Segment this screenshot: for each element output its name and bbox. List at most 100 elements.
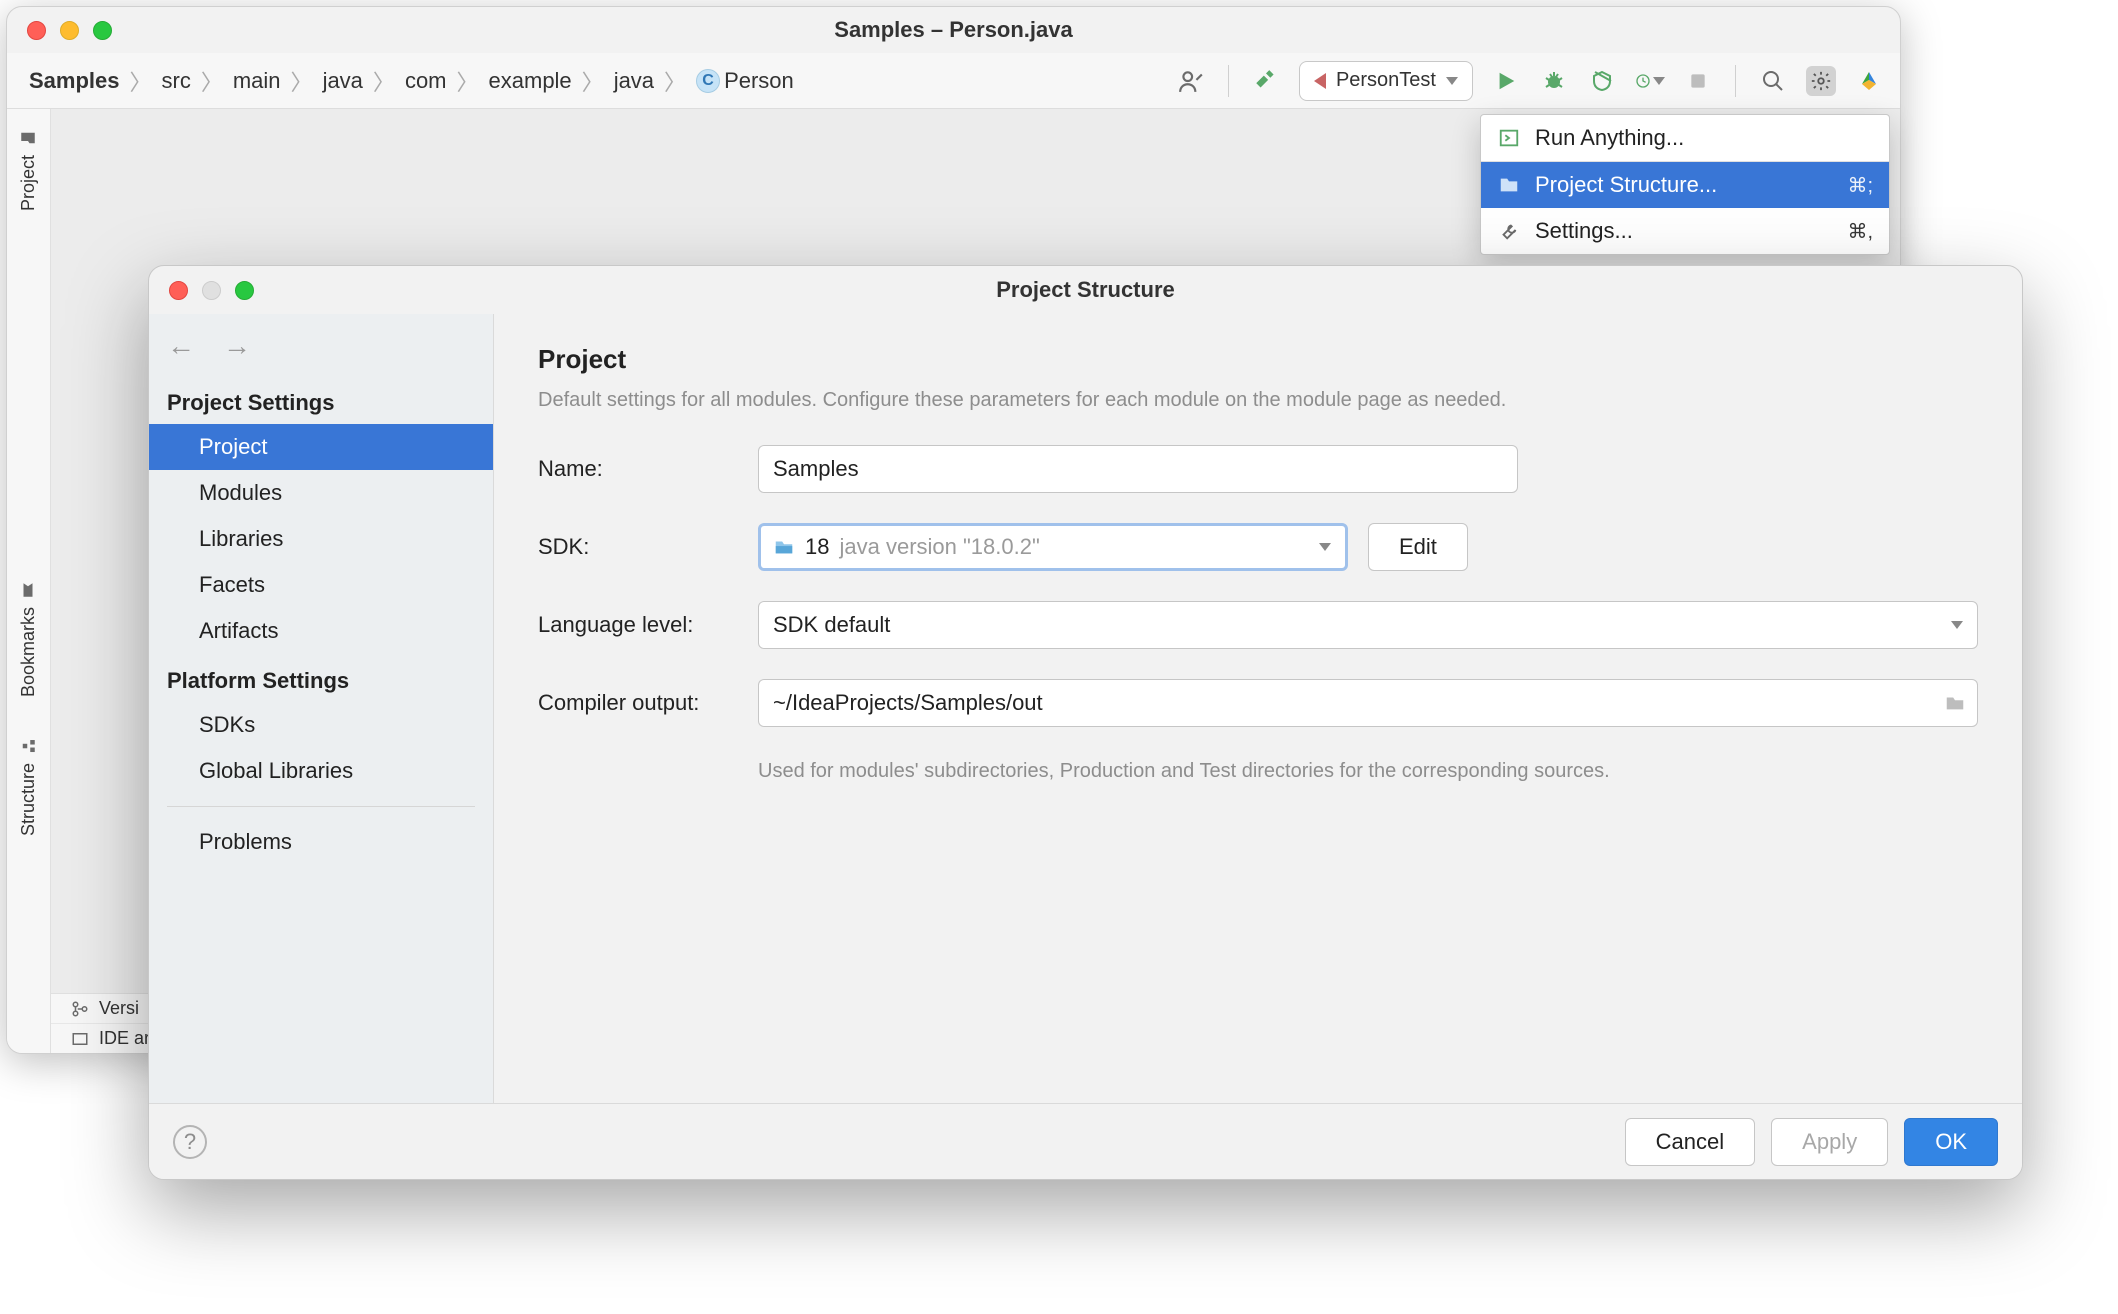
- content-description: Default settings for all modules. Config…: [538, 389, 1978, 412]
- chevron-right-icon: 〉: [582, 65, 604, 97]
- sidebar-item-sdks[interactable]: SDKs: [149, 702, 493, 748]
- nav-back-button[interactable]: ←: [167, 330, 195, 362]
- ok-button[interactable]: OK: [1904, 1118, 1998, 1166]
- menu-item-run-anything[interactable]: Run Anything...: [1481, 115, 1889, 161]
- apply-button[interactable]: Apply: [1771, 1118, 1888, 1166]
- menu-shortcut: ⌘,: [1847, 219, 1873, 244]
- run-config-label: PersonTest: [1336, 69, 1436, 92]
- menu-item-label: Project Structure...: [1535, 172, 1717, 198]
- close-window-button[interactable]: [27, 21, 46, 40]
- divider: [1228, 65, 1229, 97]
- chevron-down-icon: [1951, 621, 1963, 629]
- breadcrumb-item[interactable]: java: [317, 66, 369, 96]
- breadcrumb-root[interactable]: Samples: [23, 66, 126, 96]
- navigation-toolbar: Samples 〉 src 〉 main 〉 java 〉 com 〉 exam…: [7, 53, 1900, 109]
- language-level-selector[interactable]: SDK default: [758, 601, 1978, 649]
- tool-tab-label: Structure: [18, 763, 39, 836]
- run-config-selector[interactable]: PersonTest: [1299, 61, 1473, 101]
- menu-item-label: Settings...: [1535, 218, 1633, 244]
- menu-item-label: Run Anything...: [1535, 125, 1684, 151]
- sdk-version: java version "18.0.2": [839, 534, 1039, 560]
- menu-shortcut: ⌘;: [1847, 173, 1873, 198]
- dialog-content: Project Default settings for all modules…: [494, 314, 2022, 1103]
- window-icon[interactable]: [71, 1030, 89, 1048]
- menu-item-settings[interactable]: Settings... ⌘,: [1481, 208, 1889, 254]
- minimize-window-button[interactable]: [60, 21, 79, 40]
- chevron-right-icon: 〉: [291, 65, 313, 97]
- sidebar-separator: [167, 806, 475, 807]
- vcs-user-icon[interactable]: [1176, 66, 1206, 96]
- build-hammer-icon[interactable]: [1251, 66, 1281, 96]
- divider: [1735, 65, 1736, 97]
- breadcrumb-item[interactable]: src: [156, 66, 197, 96]
- breadcrumb-item[interactable]: example: [483, 66, 578, 96]
- left-tool-strip: Project Bookmarks Structure: [7, 109, 51, 1053]
- sidebar-item-artifacts[interactable]: Artifacts: [149, 608, 493, 654]
- structure-tool-tab[interactable]: Structure: [18, 737, 39, 836]
- chevron-right-icon: 〉: [130, 65, 152, 97]
- dialog-sidebar: ← → Project Settings Project Modules Lib…: [149, 314, 494, 1103]
- breadcrumb-item[interactable]: java: [608, 66, 660, 96]
- wrench-icon: [1497, 219, 1521, 243]
- help-button[interactable]: ?: [173, 1125, 207, 1159]
- content-heading: Project: [538, 344, 1978, 375]
- chevron-right-icon: 〉: [373, 65, 395, 97]
- project-tool-tab[interactable]: Project: [18, 129, 39, 211]
- project-name-input[interactable]: [758, 445, 1518, 493]
- status-text: IDE ar: [99, 1028, 150, 1049]
- status-text[interactable]: Versi: [99, 998, 139, 1019]
- sdk-number: 18: [805, 534, 829, 560]
- profile-button[interactable]: [1635, 66, 1665, 96]
- chevron-right-icon: 〉: [457, 65, 479, 97]
- run-button[interactable]: [1491, 66, 1521, 96]
- class-file-icon: C: [696, 69, 720, 93]
- chevron-down-icon: [1319, 543, 1331, 551]
- breadcrumb-item[interactable]: com: [399, 66, 453, 96]
- run-anything-icon: [1497, 126, 1521, 150]
- browse-path-button[interactable]: [1932, 679, 1978, 727]
- coverage-button[interactable]: [1587, 66, 1617, 96]
- sidebar-item-libraries[interactable]: Libraries: [149, 516, 493, 562]
- sidebar-item-project[interactable]: Project: [149, 424, 493, 470]
- nav-forward-button[interactable]: →: [223, 330, 251, 362]
- zoom-dialog-button[interactable]: [235, 281, 254, 300]
- stop-button[interactable]: [1683, 66, 1713, 96]
- name-label: Name:: [538, 456, 738, 482]
- sdk-label: SDK:: [538, 534, 738, 560]
- sidebar-item-problems[interactable]: Problems: [149, 819, 493, 865]
- window-title: Samples – Person.java: [834, 17, 1072, 43]
- dialog-title: Project Structure: [996, 277, 1175, 303]
- search-everywhere-button[interactable]: [1758, 66, 1788, 96]
- zoom-window-button[interactable]: [93, 21, 112, 40]
- vcs-branch-icon: [71, 1000, 89, 1018]
- project-structure-icon: [1497, 173, 1521, 197]
- sidebar-item-modules[interactable]: Modules: [149, 470, 493, 516]
- chevron-right-icon: 〉: [201, 65, 223, 97]
- sidebar-item-global-libraries[interactable]: Global Libraries: [149, 748, 493, 794]
- dialog-titlebar: Project Structure: [149, 266, 2022, 314]
- cancel-button[interactable]: Cancel: [1625, 1118, 1755, 1166]
- test-config-icon: [1314, 73, 1326, 89]
- edit-sdk-button[interactable]: Edit: [1368, 523, 1468, 571]
- compiler-output-input[interactable]: [758, 679, 1932, 727]
- project-structure-dialog: Project Structure ← → Project Settings P…: [148, 265, 2023, 1180]
- breadcrumb-item[interactable]: main: [227, 66, 287, 96]
- bookmarks-tool-tab[interactable]: Bookmarks: [18, 581, 39, 697]
- sidebar-heading-platform-settings: Platform Settings: [149, 654, 493, 702]
- chevron-right-icon: 〉: [664, 65, 686, 97]
- compiler-output-label: Compiler output:: [538, 690, 738, 716]
- menu-item-project-structure[interactable]: Project Structure... ⌘;: [1481, 162, 1889, 208]
- settings-popup-menu: Run Anything... Project Structure... ⌘; …: [1480, 114, 1890, 255]
- folder-icon: [773, 536, 795, 558]
- compiler-output-hint: Used for modules' subdirectories, Produc…: [758, 760, 1610, 783]
- settings-gear-button[interactable]: [1806, 66, 1836, 96]
- main-titlebar: Samples – Person.java: [7, 7, 1900, 53]
- debug-button[interactable]: [1539, 66, 1569, 96]
- language-level-value: SDK default: [773, 612, 890, 638]
- code-with-me-icon[interactable]: [1854, 66, 1884, 96]
- close-dialog-button[interactable]: [169, 281, 188, 300]
- breadcrumb-file[interactable]: C Person: [690, 66, 800, 96]
- window-controls: [27, 21, 112, 40]
- sdk-selector[interactable]: 18 java version "18.0.2": [758, 523, 1348, 571]
- sidebar-item-facets[interactable]: Facets: [149, 562, 493, 608]
